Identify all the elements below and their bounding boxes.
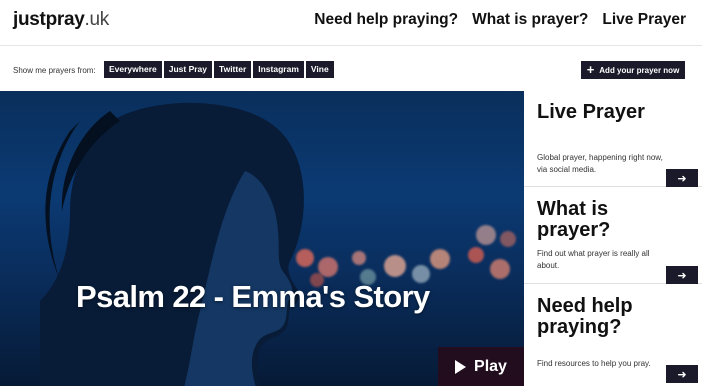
card-arrow-button[interactable]: ➜ xyxy=(666,365,698,383)
arrow-right-icon: ➜ xyxy=(677,172,687,185)
filter-label: Show me prayers from: xyxy=(13,66,96,75)
filter-just-pray-button[interactable]: Just Pray xyxy=(163,61,213,78)
card-need-help-praying[interactable]: Need help praying? Find resources to hel… xyxy=(524,284,702,386)
play-button[interactable]: Play xyxy=(438,347,524,386)
card-text: Find out what prayer is really all about… xyxy=(537,249,650,270)
bokeh-light xyxy=(430,249,450,269)
arrow-right-icon: ➜ xyxy=(677,269,687,282)
card-title: What is prayer? xyxy=(537,198,611,241)
nav-live-prayer[interactable]: Live Prayer xyxy=(602,11,686,29)
card-title: Need help praying? xyxy=(537,295,633,338)
bokeh-light xyxy=(500,231,516,247)
filter-vine-button[interactable]: Vine xyxy=(305,61,334,78)
card-arrow-button[interactable]: ➜ xyxy=(666,169,698,187)
nav-what-is-prayer[interactable]: What is prayer? xyxy=(472,11,588,29)
filter-buttons: Everywhere Just Pray Twitter Instagram V… xyxy=(104,61,334,78)
bokeh-light xyxy=(384,255,406,277)
hero-video[interactable]: Psalm 22 - Emma's Story Play xyxy=(0,91,524,386)
filter-instagram-button[interactable]: Instagram xyxy=(253,61,304,78)
logo-tld: .uk xyxy=(84,9,110,30)
add-prayer-label: Add your prayer now xyxy=(599,65,680,75)
card-text: Global prayer, happening right now, via … xyxy=(537,153,663,174)
hero-title: Psalm 22 - Emma's Story xyxy=(76,279,430,314)
bokeh-light xyxy=(468,247,484,263)
arrow-right-icon: ➜ xyxy=(677,368,687,381)
side-cards: Live Prayer Global prayer, happening rig… xyxy=(524,91,702,386)
site-header: justpray.uk Need help praying? What is p… xyxy=(0,0,702,46)
play-label: Play xyxy=(474,357,507,375)
plus-icon: + xyxy=(586,62,595,77)
filter-twitter-button[interactable]: Twitter xyxy=(214,61,252,78)
play-icon xyxy=(455,359,467,374)
main-nav: Need help praying? What is prayer? Live … xyxy=(314,11,686,29)
card-text: Find resources to help you pray. xyxy=(537,359,651,368)
bokeh-light xyxy=(490,259,510,279)
prayer-filter-bar: Show me prayers from: Everywhere Just Pr… xyxy=(0,47,702,91)
nav-need-help-praying[interactable]: Need help praying? xyxy=(314,11,458,29)
card-arrow-button[interactable]: ➜ xyxy=(666,266,698,284)
logo-brand: justpray xyxy=(13,9,85,30)
card-title: Live Prayer xyxy=(537,101,645,123)
bokeh-light xyxy=(352,251,366,265)
card-live-prayer[interactable]: Live Prayer Global prayer, happening rig… xyxy=(524,91,702,187)
card-what-is-prayer[interactable]: What is prayer? Find out what prayer is … xyxy=(524,187,702,284)
add-prayer-button[interactable]: + Add your prayer now xyxy=(581,61,685,79)
woman-silhouette xyxy=(40,102,304,386)
site-logo[interactable]: justpray.uk xyxy=(13,9,109,31)
filter-everywhere-button[interactable]: Everywhere xyxy=(104,61,162,78)
bokeh-light xyxy=(476,225,496,245)
